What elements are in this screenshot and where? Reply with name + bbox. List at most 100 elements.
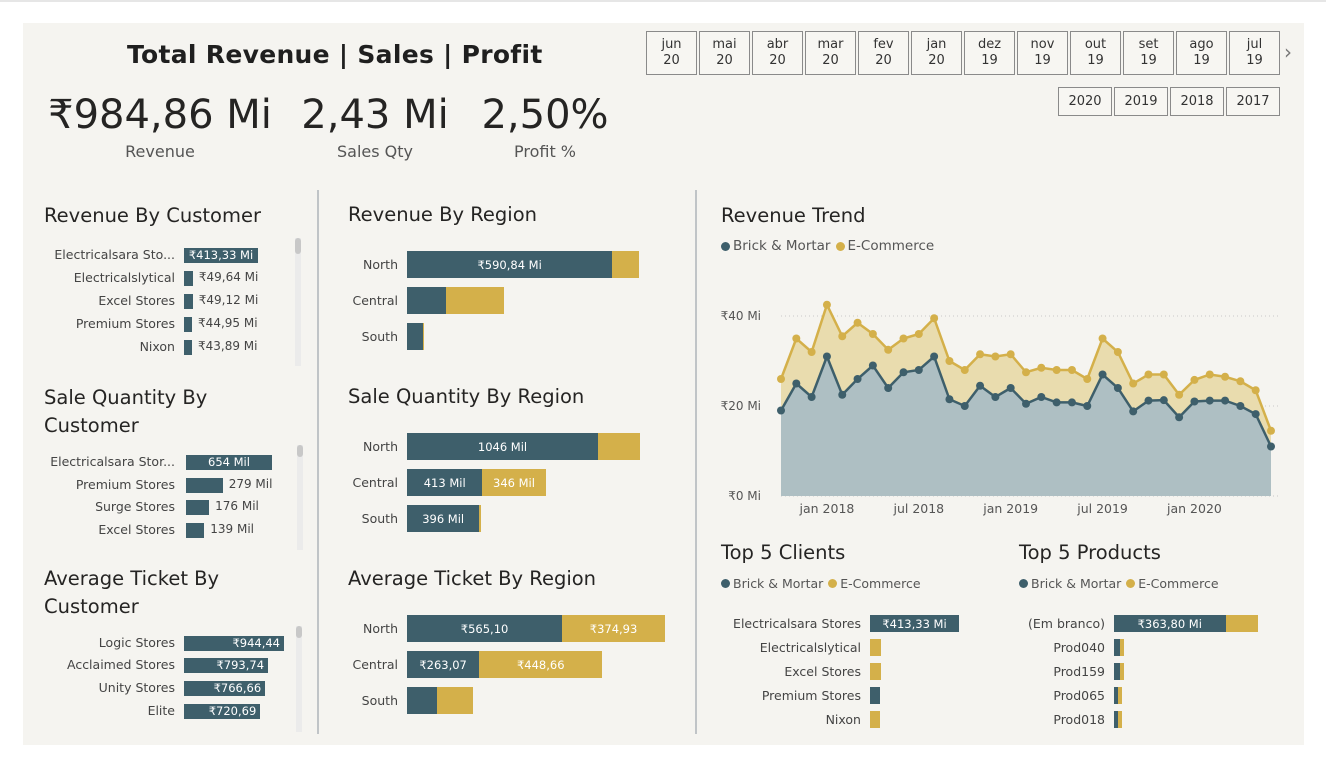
sale_qty_by_region-row-label: Central [352, 475, 398, 490]
avg_ticket_by_region-bar-brick[interactable] [407, 687, 438, 714]
month-slicer-button[interactable]: out 19 [1070, 31, 1121, 75]
dashboard-title: Total Revenue | Sales | Profit [127, 40, 543, 69]
top5_products-bar-value: ₹363,80 Mi [1137, 617, 1202, 631]
month-slicer-button[interactable]: nov 19 [1017, 31, 1068, 75]
top5_products-bar-ecom[interactable] [1119, 663, 1124, 680]
legend-brick-label: Brick & Mortar [1031, 576, 1122, 591]
ecommerce-point [853, 318, 862, 327]
revenue-trend-chart[interactable]: ₹0 Mi ₹20 Mi ₹40 Mi jan 2018 jul 2018 jan 201… [700, 260, 1300, 525]
revenue_by_customer-bar-value: ₹44,95 Mi [198, 316, 258, 330]
top5_clients-bar-brick[interactable] [870, 687, 880, 704]
top5_clients-row-label: Excel Stores [784, 664, 861, 679]
sale_qty_by_customer-bar[interactable] [186, 478, 223, 493]
month-slicer-button[interactable]: dez 19 [964, 31, 1015, 75]
ecommerce-point [1037, 363, 1046, 372]
revenue_by_customer-bar[interactable] [184, 317, 193, 332]
revenue_by_region-bar-ecom[interactable] [612, 251, 639, 278]
revenue_by_customer-bar[interactable] [184, 340, 192, 355]
month-slicer-month: mar [817, 37, 844, 52]
top5_clients-bar-ecom[interactable] [870, 663, 881, 680]
ecommerce-point [1159, 370, 1168, 379]
brick-mortar-point [1083, 402, 1092, 410]
sale_qty_by_region-row-label: South [361, 511, 398, 526]
revenue_by_region-bar-ecom[interactable] [445, 287, 504, 314]
month-slicer-year: 19 [1140, 53, 1157, 68]
sale_qty_by_region-bar-ecom[interactable] [598, 433, 640, 460]
ecommerce-point [1083, 375, 1092, 383]
revenue_by_region-bar-ecom[interactable] [422, 323, 424, 350]
ecommerce-point [976, 350, 985, 359]
top5_clients-bar-ecom[interactable] [870, 711, 880, 728]
sale_qty_by_customer-bar[interactable] [186, 523, 205, 538]
revenue_by_customer-row-label: Electricalsara Sto... [54, 247, 175, 262]
sale-qty-by-customer-scrollbar[interactable] [297, 445, 303, 550]
revenue-by-customer-scroll-thumb[interactable] [295, 238, 301, 254]
revenue-by-region-title: Revenue By Region [348, 203, 537, 226]
year-slicer-button[interactable]: 2018 [1170, 87, 1224, 116]
x-tick-label: jan 2018 [799, 501, 855, 516]
month-slicer-button[interactable]: mai 20 [699, 31, 750, 75]
ecommerce-point [1175, 390, 1184, 399]
sale_qty_by_customer-bar[interactable] [186, 500, 210, 515]
brick-mortar-point [1205, 396, 1214, 405]
revenue_by_region-bar-brick[interactable] [407, 323, 423, 350]
top5_products-bar-ecom[interactable] [1118, 687, 1122, 704]
sale_qty_by_region-bar-ecom-value: 346 Mil [493, 476, 535, 490]
avg_ticket_by_customer-bar-value: ₹944,44 [232, 636, 280, 650]
ecommerce-point [838, 332, 847, 341]
brick-mortar-point [822, 352, 831, 361]
ecommerce-point [945, 357, 954, 365]
top5_clients-row-label: Electricalslytical [759, 640, 861, 655]
month-slicer-month: mai [712, 37, 737, 52]
avg-ticket-by-customer-scrollbar[interactable] [296, 626, 302, 732]
month-slicer-month: nov [1030, 37, 1055, 52]
ecommerce-point [1006, 350, 1015, 359]
month-slicer-month: ago [1189, 37, 1214, 52]
month-slicer-button[interactable]: jun 20 [646, 31, 697, 75]
avg_ticket_by_customer-row-label: Acclaimed Stores [66, 657, 175, 672]
month-slicer-year: 19 [1034, 53, 1051, 68]
ecommerce-point [777, 375, 785, 383]
top5_products-bar-ecom[interactable] [1118, 711, 1122, 728]
brick-mortar-point [1221, 396, 1230, 405]
month-slicer-year: 19 [1193, 53, 1210, 68]
top5_products-bar-ecom[interactable] [1225, 615, 1258, 632]
ecommerce-point [1144, 370, 1153, 379]
ecommerce-point [914, 330, 923, 338]
sale_qty_by_region-bar-ecom[interactable] [479, 505, 482, 532]
month-slicer-button[interactable]: jan 20 [911, 31, 962, 75]
revenue_by_region-bar-brick[interactable] [407, 287, 446, 314]
sale_qty_by_customer-row-label: Excel Stores [98, 522, 175, 537]
month-slicer-button[interactable]: jul 19 [1229, 31, 1280, 75]
avg_ticket_by_region-row-label: North [363, 621, 398, 636]
month-slicer-button[interactable]: ago 19 [1176, 31, 1227, 75]
month-slicer-button[interactable]: mar 20 [805, 31, 856, 75]
month-slicer-year: 20 [716, 53, 733, 68]
month-slicer-button[interactable]: fev 20 [858, 31, 909, 75]
top5_products-row-label: Prod040 [1053, 640, 1105, 655]
legend-dot-brick [721, 241, 730, 251]
year-slicer-button[interactable]: 2019 [1114, 87, 1168, 116]
month-slicer-month: dez [977, 37, 1002, 52]
revenue_by_region-row-label: South [361, 329, 398, 344]
avg-ticket-by-region-title: Average Ticket By Region [348, 567, 597, 590]
top5_products-bar-ecom[interactable] [1120, 639, 1125, 656]
top5_clients-bar-ecom[interactable] [870, 639, 881, 656]
avg_ticket_by_region-bar-ecom-value: ₹448,66 [516, 658, 565, 672]
top5-products-legend: Brick & Mortar E-Commerce [1019, 576, 1219, 591]
y-tick-label: ₹0 Mi [728, 489, 761, 503]
sale_qty_by_customer-row-label: Electricalsara Stor... [50, 454, 175, 469]
revenue_by_customer-bar[interactable] [184, 294, 193, 309]
revenue_by_customer-row-label: Electricalslytical [73, 270, 175, 285]
month-slicer-year: 20 [928, 53, 945, 68]
avg_ticket_by_region-bar-ecom[interactable] [437, 687, 473, 714]
ecommerce-point [991, 352, 1000, 361]
revenue_by_customer-bar[interactable] [184, 271, 193, 286]
year-slicer-button[interactable]: 2017 [1226, 87, 1280, 116]
month-slicer-button[interactable]: abr 20 [752, 31, 803, 75]
year-slicer-button[interactable]: 2020 [1058, 87, 1112, 116]
month-slicer-button[interactable]: set 19 [1123, 31, 1174, 75]
ecommerce-point [822, 300, 831, 309]
chevron-right-icon[interactable]: › [1284, 40, 1292, 64]
top5_products-row-label: Prod018 [1053, 712, 1105, 727]
